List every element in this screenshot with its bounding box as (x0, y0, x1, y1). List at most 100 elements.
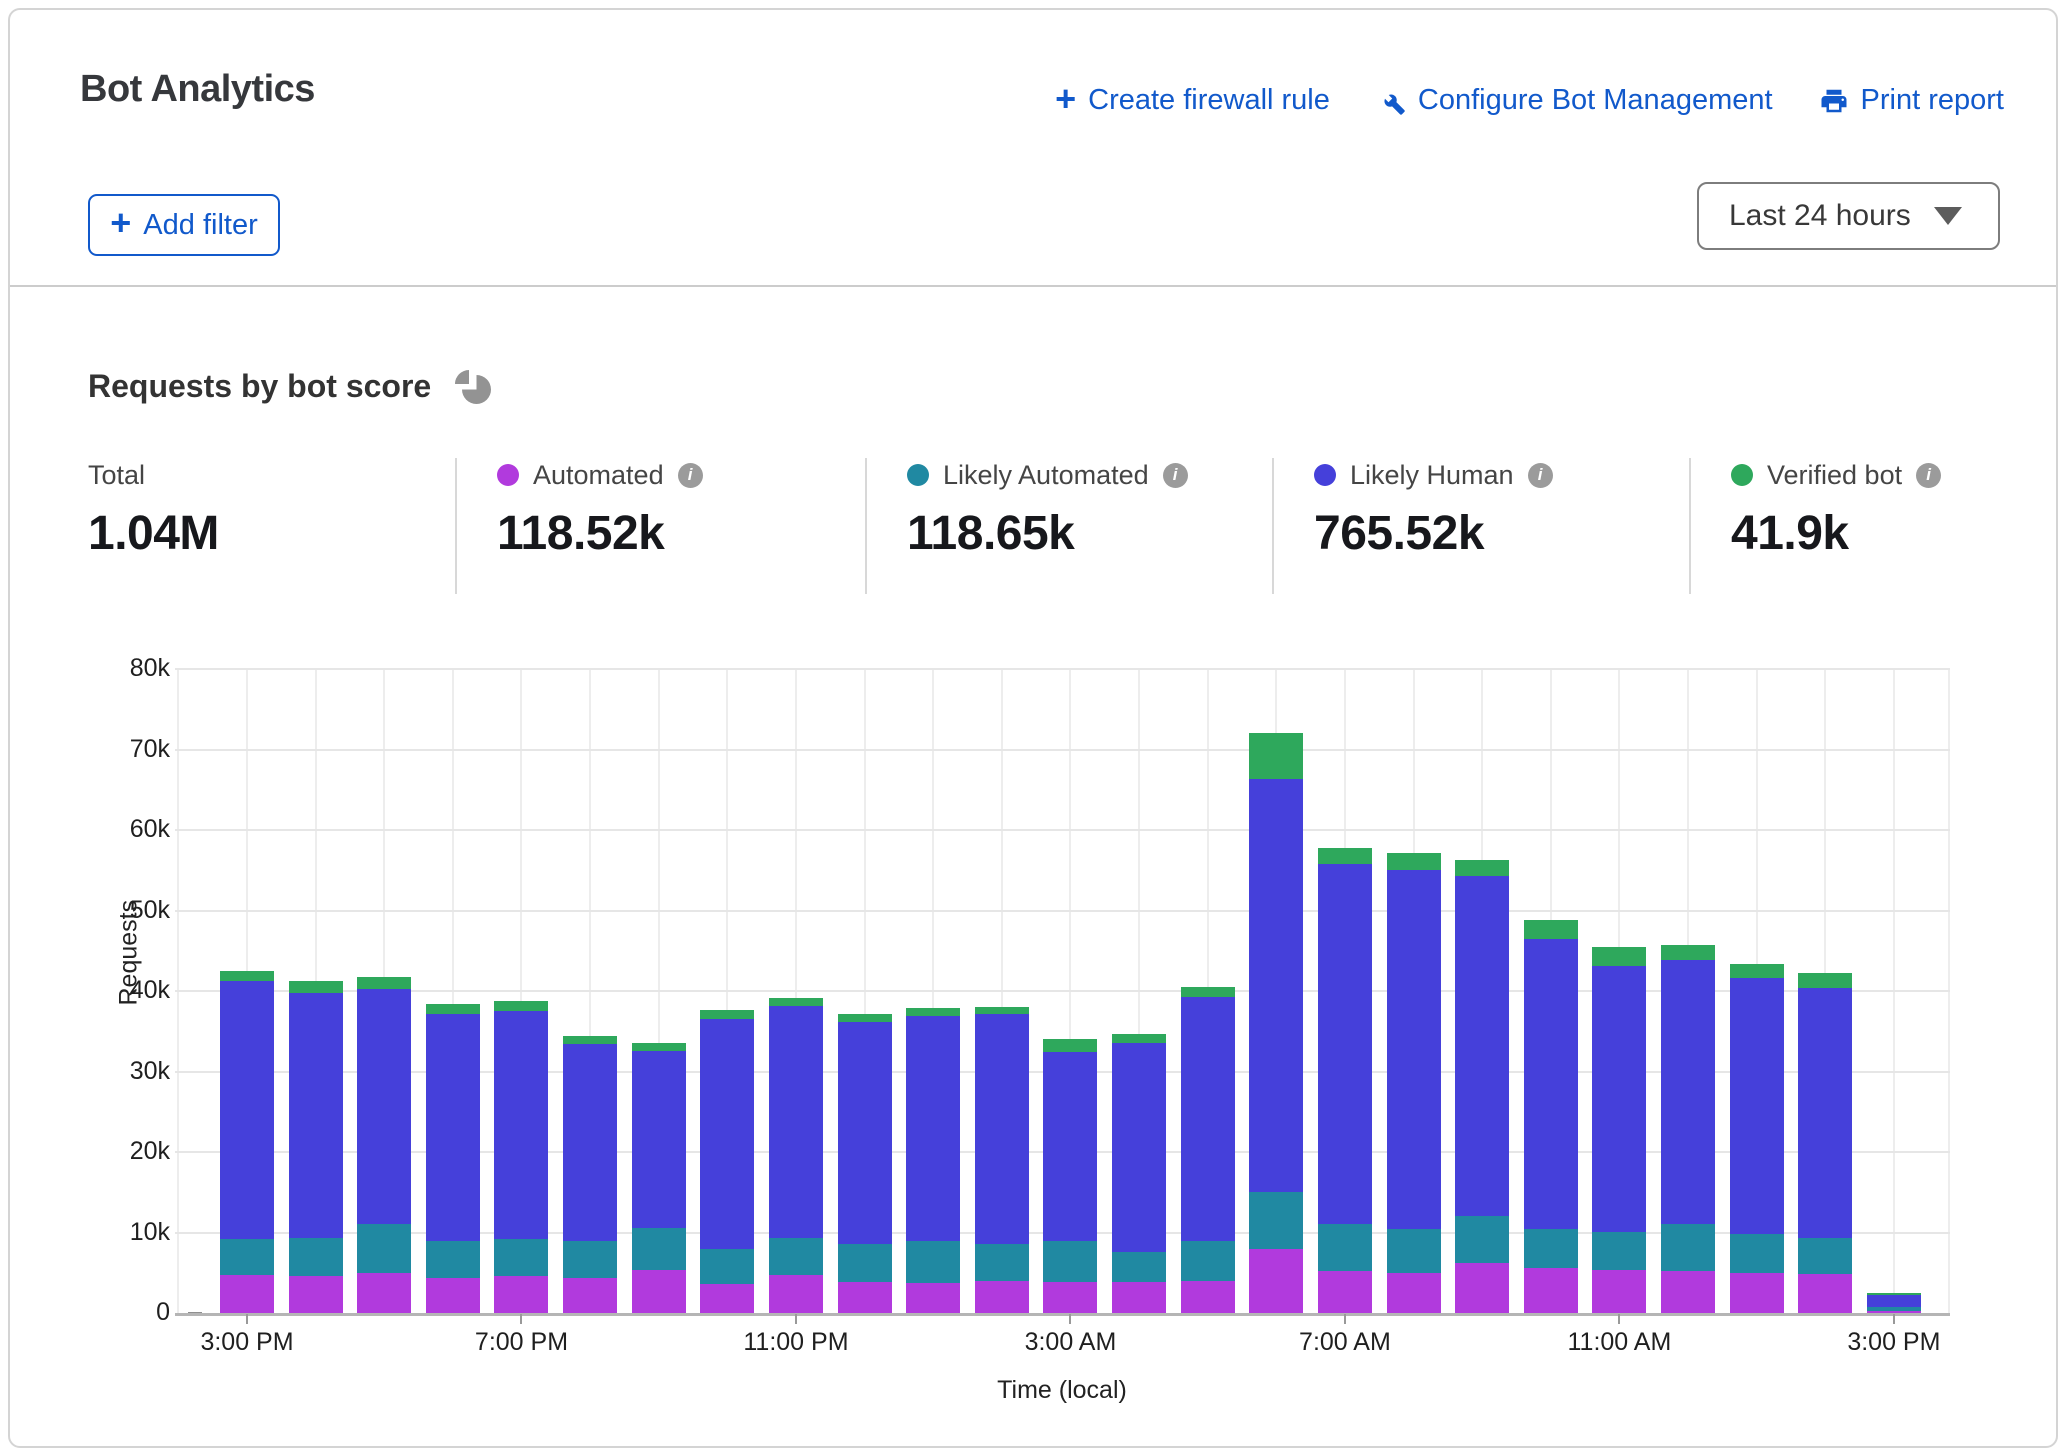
configure-bot-management-label: Configure Bot Management (1418, 84, 1773, 117)
chart-bar[interactable] (1661, 669, 1715, 1313)
bar-segment-likely-automated (632, 1228, 686, 1269)
chart-bar[interactable] (357, 669, 411, 1313)
x-axis-title: Time (local) (997, 1376, 1127, 1405)
print-report-link[interactable]: Print report (1819, 84, 2004, 117)
bar-segment-automated (906, 1283, 960, 1313)
bar-segment-likely-automated (220, 1239, 274, 1275)
bar-segment-likely-automated (494, 1239, 548, 1276)
chart-bar[interactable] (1318, 669, 1372, 1313)
x-tick-label: 7:00 AM (1299, 1328, 1391, 1357)
chart-bar[interactable] (1181, 669, 1235, 1313)
x-tick-mark (1893, 1314, 1895, 1324)
info-icon[interactable]: i (1163, 463, 1188, 488)
bar-segment-verified-bot (494, 1001, 548, 1011)
bar-segment-likely-automated (357, 1224, 411, 1272)
bar-segment-automated (1867, 1311, 1921, 1313)
chart-bar[interactable] (975, 669, 1029, 1313)
stat-total-value: 1.04M (88, 506, 455, 561)
y-tick-label: 0 (70, 1298, 170, 1327)
header-divider (10, 285, 2056, 287)
chart-bar[interactable] (838, 669, 892, 1313)
bar-segment-automated (1524, 1268, 1578, 1313)
bar-segment-likely-human (975, 1014, 1029, 1243)
bar-segment-automated (426, 1278, 480, 1313)
chart-bar[interactable] (220, 669, 274, 1313)
section-title-row: Requests by bot score (88, 368, 491, 405)
chart-bar[interactable] (1043, 669, 1097, 1313)
bar-segment-likely-human (1455, 876, 1509, 1216)
bar-segment-automated (1249, 1249, 1303, 1313)
create-firewall-rule-label: Create firewall rule (1088, 84, 1330, 117)
header-actions: + Create firewall rule Configure Bot Man… (1055, 84, 2004, 117)
bar-segment-automated (1798, 1274, 1852, 1313)
stat-likely-human-value: 765.52k (1314, 506, 1689, 561)
create-firewall-rule-link[interactable]: + Create firewall rule (1055, 84, 1330, 117)
stat-verified-bot-value: 41.9k (1731, 506, 2019, 561)
info-icon[interactable]: i (1916, 463, 1941, 488)
bar-segment-verified-bot (1112, 1034, 1166, 1044)
chart-bar[interactable] (769, 669, 823, 1313)
chart-bar[interactable] (906, 669, 960, 1313)
bar-segment-automated (1730, 1273, 1784, 1313)
x-tick-mark (1069, 1314, 1071, 1324)
bar-segment-automated (1661, 1271, 1715, 1313)
stat-likely-automated: Likely Automated i 118.65k (865, 458, 1272, 594)
bar-segment-likely-human (632, 1051, 686, 1229)
bar-segment-likely-human (1318, 864, 1372, 1225)
time-range-value: Last 24 hours (1729, 199, 1934, 233)
chart-bar[interactable] (700, 669, 754, 1313)
info-icon[interactable]: i (678, 463, 703, 488)
x-tick-mark (795, 1314, 797, 1324)
bar-segment-automated (700, 1284, 754, 1313)
chart-bar[interactable] (1387, 669, 1441, 1313)
x-tick-mark (1618, 1314, 1620, 1324)
bar-segment-likely-human (357, 989, 411, 1225)
time-range-dropdown[interactable]: Last 24 hours (1697, 182, 2000, 250)
bar-segment-likely-human (1661, 960, 1715, 1224)
chart-bar[interactable] (1112, 669, 1166, 1313)
bar-segment-likely-human (1798, 988, 1852, 1238)
bar-segment-verified-bot (632, 1043, 686, 1050)
bar-segment-likely-automated (906, 1241, 960, 1284)
chart-bar[interactable] (1867, 669, 1921, 1313)
chart-bar[interactable] (1524, 669, 1578, 1313)
info-icon[interactable]: i (1528, 463, 1553, 488)
section-title: Requests by bot score (88, 368, 431, 405)
chart-bar[interactable] (1249, 669, 1303, 1313)
chart-bar[interactable] (1455, 669, 1509, 1313)
bar-segment-automated (357, 1273, 411, 1313)
bar-segment-verified-bot (1867, 1293, 1921, 1295)
configure-bot-management-link[interactable]: Configure Bot Management (1376, 84, 1773, 117)
chart-bar[interactable] (494, 669, 548, 1313)
requests-chart-plot (175, 669, 1950, 1313)
x-tick-mark (520, 1314, 522, 1324)
bar-segment-likely-automated (1249, 1192, 1303, 1248)
chart-bar[interactable] (1730, 669, 1784, 1313)
bar-segment-likely-automated (563, 1241, 617, 1278)
bar-segment-verified-bot (289, 981, 343, 992)
chart-bar[interactable] (426, 669, 480, 1313)
chart-bar[interactable] (289, 669, 343, 1313)
bar-segment-likely-human (1112, 1043, 1166, 1251)
bar-segment-automated (632, 1270, 686, 1313)
stat-likely-automated-value: 118.65k (907, 506, 1272, 561)
bar-segment-likely-human (563, 1044, 617, 1240)
chart-bar[interactable] (632, 669, 686, 1313)
bar-segment-verified-bot (1181, 987, 1235, 997)
chart-bar[interactable] (1592, 669, 1646, 1313)
bar-segment-likely-human (769, 1006, 823, 1239)
bar-segment-verified-bot (1661, 945, 1715, 960)
bar-segment-verified-bot (357, 977, 411, 988)
chart-bar[interactable] (1798, 669, 1852, 1313)
wrench-icon (1376, 86, 1406, 116)
bar-segment-verified-bot (769, 998, 823, 1005)
bar-segment-likely-human (1592, 966, 1646, 1232)
bar-segment-automated (1181, 1281, 1235, 1313)
chart-bar[interactable] (563, 669, 617, 1313)
bar-segment-verified-bot (1455, 860, 1509, 876)
plus-icon: + (110, 202, 131, 244)
add-filter-button[interactable]: + Add filter (88, 194, 280, 256)
bar-segment-automated (1112, 1282, 1166, 1313)
legend-dot-verified-bot (1731, 464, 1753, 486)
bar-segment-verified-bot (1043, 1039, 1097, 1053)
